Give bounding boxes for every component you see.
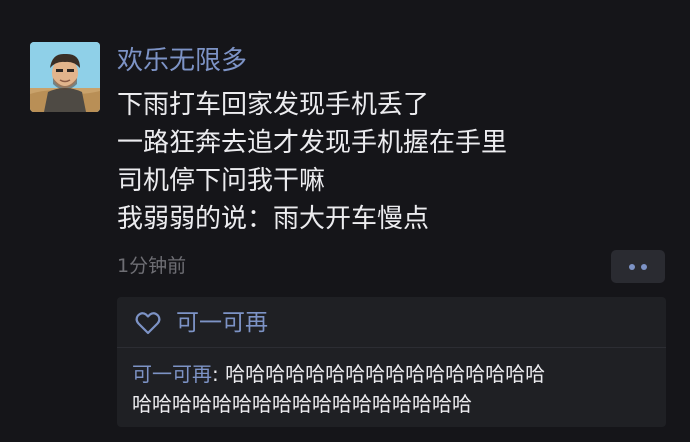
post-timestamp: 1分钟前	[117, 255, 187, 277]
panel-divider	[117, 347, 666, 348]
post-text-line: 我弱弱的说：雨大开车慢点	[117, 204, 430, 234]
comment-text: 哈哈哈哈哈哈哈哈哈哈哈哈哈哈哈哈哈	[132, 392, 472, 416]
post-text: 下雨打车回家发现手机丢了 一路狂奔去追才发现手机握在手里 司机停下问我干嘛 我弱…	[117, 86, 677, 238]
user-avatar-icon	[30, 42, 100, 112]
likes-row: 可一可再	[134, 307, 268, 339]
avatar[interactable]	[30, 42, 100, 112]
liker-name[interactable]: 可一可再	[176, 308, 268, 338]
heart-icon	[135, 312, 161, 335]
likes-comments-panel: 可一可再 可一可再: 哈哈哈哈哈哈哈哈哈哈哈哈哈哈哈哈 哈哈哈哈哈哈哈哈哈哈哈哈…	[117, 297, 666, 427]
more-dots-icon	[641, 263, 647, 270]
moments-post: 欢乐无限多 下雨打车回家发现手机丢了 一路狂奔去追才发现手机握在手里 司机停下问…	[0, 0, 690, 442]
comment-text: 哈哈哈哈哈哈哈哈哈哈哈哈哈哈哈哈	[218, 362, 546, 386]
post-text-line: 司机停下问我干嘛	[117, 166, 326, 196]
comment-separator: :	[212, 362, 219, 386]
comment-first-line: 可一可再: 哈哈哈哈哈哈哈哈哈哈哈哈哈哈哈哈	[132, 359, 667, 389]
comment-item[interactable]: 可一可再: 哈哈哈哈哈哈哈哈哈哈哈哈哈哈哈哈 哈哈哈哈哈哈哈哈哈哈哈哈哈哈哈哈哈	[132, 359, 667, 419]
author-name[interactable]: 欢乐无限多	[117, 44, 247, 78]
more-dots-icon	[629, 263, 635, 270]
more-actions-button[interactable]	[611, 250, 665, 283]
commenter-name[interactable]: 可一可再	[132, 362, 212, 386]
post-text-line: 一路狂奔去追才发现手机握在手里	[117, 128, 508, 158]
post-text-line: 下雨打车回家发现手机丢了	[117, 90, 430, 120]
